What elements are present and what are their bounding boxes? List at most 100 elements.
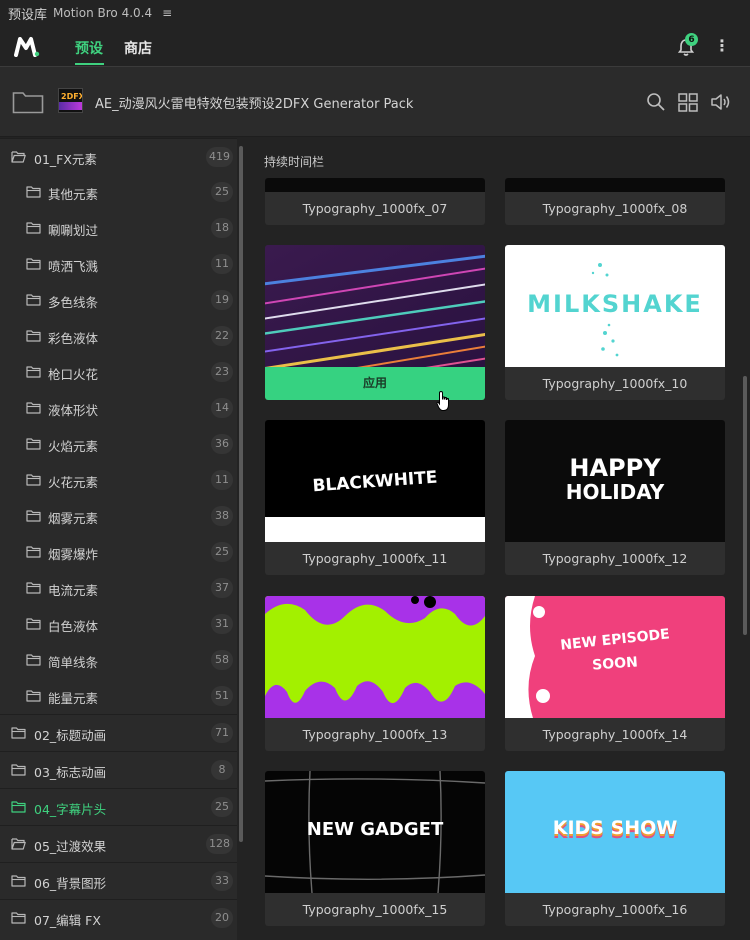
motion-bro-logo-icon: [14, 37, 40, 57]
folder-icon: [26, 546, 41, 558]
section-label: 持续时间栏: [264, 155, 325, 169]
preset-thumbnail: NEW EPISODE SOON: [505, 596, 725, 718]
sidebar-item-count: 58: [211, 650, 233, 670]
sidebar-item-label: 喷洒飞溅: [48, 259, 99, 274]
tab-presets[interactable]: 预设: [75, 38, 103, 58]
preset-name: Typography_1000fx_13: [302, 727, 448, 742]
pointer-hand-icon: [436, 390, 449, 411]
pack-thumbnail-stripe: [59, 102, 82, 110]
sidebar-subcategory[interactable]: 烟雾爆炸 25: [0, 534, 237, 570]
sidebar-item-label: 火花元素: [48, 475, 99, 490]
sound-icon[interactable]: [710, 91, 732, 113]
preset-thumbnail: [265, 596, 485, 718]
sidebar-subcategory[interactable]: 火花元素 11: [0, 462, 237, 498]
sidebar-subcategory[interactable]: 喷洒飞溅 11: [0, 246, 237, 282]
sidebar-item-count: 19: [211, 290, 233, 310]
preset-card[interactable]: MILKSHAKE Typography_1000fx_10: [505, 245, 725, 400]
content-scrollbar[interactable]: [743, 376, 747, 635]
sidebar-item-label: 液体形状: [48, 403, 99, 418]
sidebar-subcategory[interactable]: 枪口火花 23: [0, 354, 237, 390]
sidebar-category[interactable]: 03_标志动画 8: [0, 751, 237, 787]
sidebar-item-label: 02_标题动画: [34, 728, 107, 743]
sidebar-item-label: 03_标志动画: [34, 765, 107, 780]
sidebar-item-count: 14: [211, 398, 233, 418]
preset-card[interactable]: Typography_1000fx_07: [265, 178, 485, 225]
sidebar-subcategory[interactable]: 火焰元素 36: [0, 426, 237, 462]
sidebar-item-label: 电流元素: [48, 583, 99, 598]
sidebar-subcategory[interactable]: 烟雾元素 38: [0, 498, 237, 534]
sidebar-item-count: 128: [206, 834, 233, 854]
preset-card[interactable]: Typography_1000fx_08: [505, 178, 725, 225]
sidebar-subcategory[interactable]: 彩色液体 22: [0, 318, 237, 354]
sidebar-category[interactable]: 02_标题动画 71: [0, 714, 237, 750]
folder-icon: [26, 330, 41, 342]
preset-thumbnail: [265, 245, 485, 367]
tab-store[interactable]: 商店: [124, 38, 152, 58]
sidebar-category[interactable]: 07_编辑 FX 20: [0, 899, 237, 935]
grid-view-icon[interactable]: [677, 91, 699, 113]
sidebar-item-count: 22: [211, 326, 233, 346]
sidebar-category[interactable]: 04_字幕片头 25: [0, 788, 237, 824]
top-nav: 预设 商店 6 ⋮: [0, 26, 750, 67]
thumbnail-text: NEW GADGET: [306, 819, 444, 840]
more-options-icon[interactable]: ⋮: [714, 35, 730, 57]
sidebar-item-count: 11: [211, 470, 233, 490]
white-band: [265, 517, 485, 542]
sidebar-scrollbar[interactable]: [239, 146, 243, 842]
sidebar-subcategory[interactable]: 简单线条 58: [0, 642, 237, 678]
preset-card[interactable]: Typography_1000fx_13: [265, 596, 485, 751]
app-title: 预设库: [8, 7, 48, 23]
preset-card[interactable]: BLACKWHITE Typography_1000fx_11: [265, 420, 485, 575]
sidebar-subcategory[interactable]: 白色液体 31: [0, 606, 237, 642]
preset-card-hovered[interactable]: 应用: [265, 245, 485, 400]
sidebar-item-count: 23: [211, 362, 233, 382]
sidebar-subcategory[interactable]: 能量元素 51: [0, 678, 237, 714]
sidebar-category[interactable]: 06_背景图形 33: [0, 862, 237, 898]
sidebar-item-count: 419: [206, 147, 233, 167]
preset-thumbnail: NEW GADGET: [265, 771, 485, 893]
preset-thumbnail: [505, 178, 725, 192]
folder-icon: [26, 258, 41, 270]
sidebar-item-count: 20: [211, 908, 233, 928]
apply-button[interactable]: 应用: [265, 367, 485, 400]
title-bar: 预设库 Motion Bro 4.0.4 ≡: [0, 0, 750, 26]
preset-thumbnail: BLACKWHITE: [265, 420, 485, 542]
preset-name: Typography_1000fx_14: [542, 727, 688, 742]
sidebar-category[interactable]: 05_过渡效果 128: [0, 825, 237, 861]
sidebar-subcategory[interactable]: 多色线条 19: [0, 282, 237, 318]
sidebar-subcategory[interactable]: 液体形状 14: [0, 390, 237, 426]
sidebar-item-label: 07_编辑 FX: [34, 913, 101, 928]
sidebar-item-count: 33: [211, 871, 233, 891]
sidebar-item-count: 25: [211, 542, 233, 562]
preset-card[interactable]: HAPPY HOLIDAY Typography_1000fx_12: [505, 420, 725, 575]
sidebar-item-label: 烟雾爆炸: [48, 547, 99, 562]
sidebar-subcategory[interactable]: 唰唰划过 18: [0, 210, 237, 246]
preset-card[interactable]: NEW GADGET Typography_1000fx_15: [265, 771, 485, 926]
sidebar-item-count: 37: [211, 578, 233, 598]
folder-icon: [26, 438, 41, 450]
folder-icon[interactable]: [12, 90, 44, 114]
folder-icon: [26, 618, 41, 630]
sidebar-item-count: 36: [211, 434, 233, 454]
sidebar-subcategory[interactable]: 其他元素 25: [0, 174, 237, 210]
pack-title: AE_动漫风火雷电特效包装预设2DFX Generator Pack: [95, 97, 414, 112]
folder-icon: [11, 764, 26, 776]
sidebar-item-label: 烟雾元素: [48, 511, 99, 526]
search-icon[interactable]: [645, 91, 667, 113]
sidebar-item-label: 彩色液体: [48, 331, 99, 346]
pack-bar: 2DFX AE_动漫风火雷电特效包装预设2DFX Generator Pack: [0, 67, 750, 137]
thumbnail-text: HAPPY: [569, 454, 661, 482]
hamburger-menu-icon[interactable]: ≡: [162, 6, 172, 20]
sidebar-item-label: 多色线条: [48, 295, 99, 310]
sidebar-item-label: 06_背景图形: [34, 876, 107, 891]
sidebar-category[interactable]: 01_FX元素 419: [0, 138, 237, 174]
folder-open-icon: [11, 838, 26, 850]
preset-card[interactable]: KIDS SHOW Typography_1000fx_16: [505, 771, 725, 926]
category-sidebar: 01_FX元素 419 其他元素 25 唰唰划过 18 喷洒飞溅 11 多色线条 19 彩色液体 22…: [0, 138, 237, 940]
sidebar-item-label: 唰唰划过: [48, 223, 99, 238]
sidebar-subcategory[interactable]: 电流元素 37: [0, 570, 237, 606]
pack-thumbnail-text: 2DFX: [61, 92, 83, 101]
sidebar-item-count: 71: [211, 723, 233, 743]
preset-card[interactable]: NEW EPISODE SOON Typography_1000fx_14: [505, 596, 725, 751]
preset-thumbnail: [265, 178, 485, 192]
